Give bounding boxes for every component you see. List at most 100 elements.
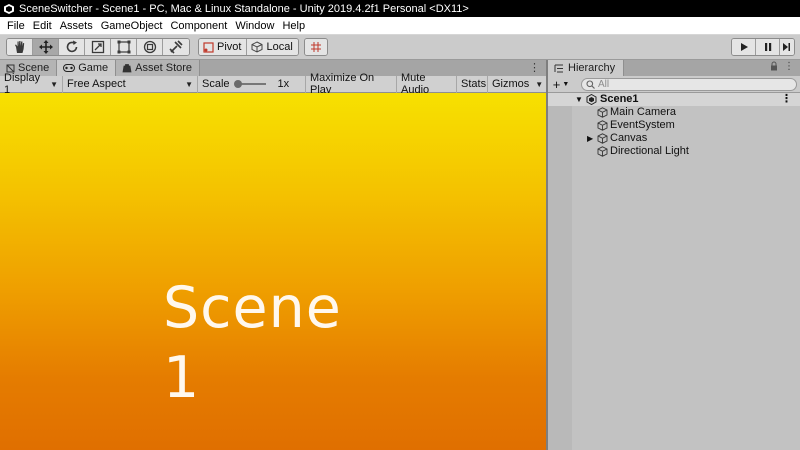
scale-control: Scale 1x xyxy=(198,75,306,93)
stats-label: Stats xyxy=(461,78,487,90)
hierarchy-item-canvas[interactable]: ▶ Canvas xyxy=(548,132,800,145)
chevron-down-icon: ▼ xyxy=(50,79,58,89)
scene-name: Scene1 xyxy=(600,93,639,105)
chevron-down-icon: ▼ xyxy=(185,79,193,89)
hierarchy-tab-bar: Hierarchy ⋮ xyxy=(548,60,800,76)
gameobject-cube-icon xyxy=(597,120,608,131)
window-title-bar: SceneSwitcher - Scene1 - PC, Mac & Linux… xyxy=(0,0,800,17)
stats-toggle[interactable]: Stats xyxy=(457,75,488,93)
main-toolbar: Pivot Local xyxy=(0,35,800,60)
hand-icon xyxy=(14,41,24,53)
snap-group xyxy=(304,38,328,56)
window-title: SceneSwitcher - Scene1 - PC, Mac & Linux… xyxy=(19,2,469,15)
pivot-icon xyxy=(203,41,214,53)
transform-tool-button[interactable] xyxy=(137,39,163,55)
fold-right-icon[interactable]: ▶ xyxy=(587,132,593,145)
panel-menu-icon[interactable]: ⋮ xyxy=(529,61,540,74)
gameobject-cube-icon xyxy=(597,133,608,144)
hierarchy-item-directional-light[interactable]: Directional Light xyxy=(548,145,800,158)
menu-file[interactable]: File xyxy=(3,17,29,35)
store-tab-icon xyxy=(122,64,132,73)
gizmos-label: Gizmos xyxy=(492,78,530,90)
hierarchy-item-eventsystem[interactable]: EventSystem xyxy=(548,119,800,132)
hierarchy-list: Main Camera EventSystem ▶ Canvas Directi… xyxy=(548,106,800,450)
chevron-down-icon: ▼ xyxy=(562,80,570,88)
game-tab-icon xyxy=(63,64,76,72)
menu-assets[interactable]: Assets xyxy=(56,17,97,35)
mute-audio-toggle[interactable]: Mute Audio xyxy=(397,72,457,96)
unity-scene-icon xyxy=(586,94,597,105)
scale-value: 1x xyxy=(277,78,290,90)
rotate-tool-button[interactable] xyxy=(59,39,85,55)
search-input[interactable] xyxy=(598,79,778,90)
local-label: Local xyxy=(266,41,293,53)
local-icon xyxy=(251,41,263,53)
menu-window[interactable]: Window xyxy=(231,17,278,35)
left-tab-bar: Scene Game Asset Store ⋮ xyxy=(0,60,546,76)
tab-asset-store[interactable]: Asset Store xyxy=(116,60,201,76)
menu-component[interactable]: Component xyxy=(166,17,231,35)
hierarchy-item-label: Directional Light xyxy=(610,145,689,157)
menu-bar: File Edit Assets GameObject Component Wi… xyxy=(0,17,800,35)
hierarchy-panel: Hierarchy ⋮ + ▼ ▼ Scene1 ⋮ Main Camera E… xyxy=(548,60,800,450)
hierarchy-tab-icon xyxy=(554,64,563,72)
maximize-on-play-toggle[interactable]: Maximize On Play xyxy=(306,72,397,96)
play-button[interactable] xyxy=(732,39,756,55)
menu-help[interactable]: Help xyxy=(278,17,309,35)
rotate-icon xyxy=(66,40,77,53)
game-panel: Scene Game Asset Store ⋮ Display 1 ▼ Fre… xyxy=(0,60,546,450)
custom-tool-button[interactable] xyxy=(163,39,189,55)
game-view-toolbar: Display 1 ▼ Free Aspect ▼ Scale 1x Maxim… xyxy=(0,72,546,96)
scene-title-text: Scene 1 xyxy=(163,275,342,411)
move-tool-button[interactable] xyxy=(33,39,59,55)
step-button[interactable] xyxy=(780,39,794,55)
step-icon xyxy=(783,43,790,51)
gameobject-cube-icon xyxy=(597,146,608,157)
hierarchy-tab-label: Hierarchy xyxy=(568,62,616,74)
aspect-select[interactable]: Free Aspect ▼ xyxy=(63,75,198,93)
menu-gameobject[interactable]: GameObject xyxy=(97,17,167,35)
pause-button[interactable] xyxy=(756,39,780,55)
tab-game-label: Game xyxy=(78,62,109,74)
move-icon xyxy=(38,40,53,54)
scale-slider[interactable] xyxy=(233,80,266,88)
custom-tool-icon xyxy=(169,40,183,54)
tab-hierarchy[interactable]: Hierarchy xyxy=(548,60,625,76)
display-select[interactable]: Display 1 ▼ xyxy=(0,72,63,96)
unity-logo-icon xyxy=(4,3,14,14)
pause-icon xyxy=(764,43,771,51)
gizmos-toggle[interactable]: Gizmos ▼ xyxy=(488,76,546,93)
scene-menu-icon[interactable]: ⋮ xyxy=(781,93,792,106)
grid-snap-button[interactable] xyxy=(305,39,327,55)
fold-down-icon[interactable]: ▼ xyxy=(575,93,583,106)
hierarchy-item-label: EventSystem xyxy=(610,119,675,131)
search-icon xyxy=(586,80,595,89)
transform-icon xyxy=(143,40,156,54)
scene-header-row[interactable]: ▼ Scene1 ⋮ xyxy=(548,93,800,106)
hierarchy-item-label: Canvas xyxy=(610,132,648,144)
hierarchy-search[interactable] xyxy=(581,78,797,91)
hand-tool-button[interactable] xyxy=(7,39,33,55)
transform-tools xyxy=(6,38,190,56)
local-toggle[interactable]: Local xyxy=(247,39,298,55)
play-icon xyxy=(740,43,748,51)
pivot-toggles: Pivot Local xyxy=(198,38,299,56)
scale-tool-button[interactable] xyxy=(85,39,111,55)
rect-icon xyxy=(117,40,130,54)
menu-edit[interactable]: Edit xyxy=(29,17,56,35)
lock-icon[interactable] xyxy=(770,61,778,71)
hierarchy-menu-icon[interactable]: ⋮ xyxy=(784,61,794,72)
gameobject-cube-icon xyxy=(597,107,608,118)
scale-slider-handle[interactable] xyxy=(233,80,242,88)
grid-snap-icon xyxy=(311,42,321,52)
scale-label: Scale xyxy=(202,78,230,90)
chevron-down-icon: ▼ xyxy=(535,79,544,89)
pivot-label: Pivot xyxy=(217,41,242,53)
hierarchy-tab-controls: ⋮ xyxy=(770,61,794,72)
add-object-button[interactable]: + ▼ xyxy=(548,77,574,92)
rect-tool-button[interactable] xyxy=(111,39,137,55)
pivot-toggle[interactable]: Pivot xyxy=(199,39,248,55)
tab-game[interactable]: Game xyxy=(57,60,117,76)
hierarchy-item-main-camera[interactable]: Main Camera xyxy=(548,106,800,119)
game-view-canvas[interactable]: Scene 1 xyxy=(0,93,546,450)
